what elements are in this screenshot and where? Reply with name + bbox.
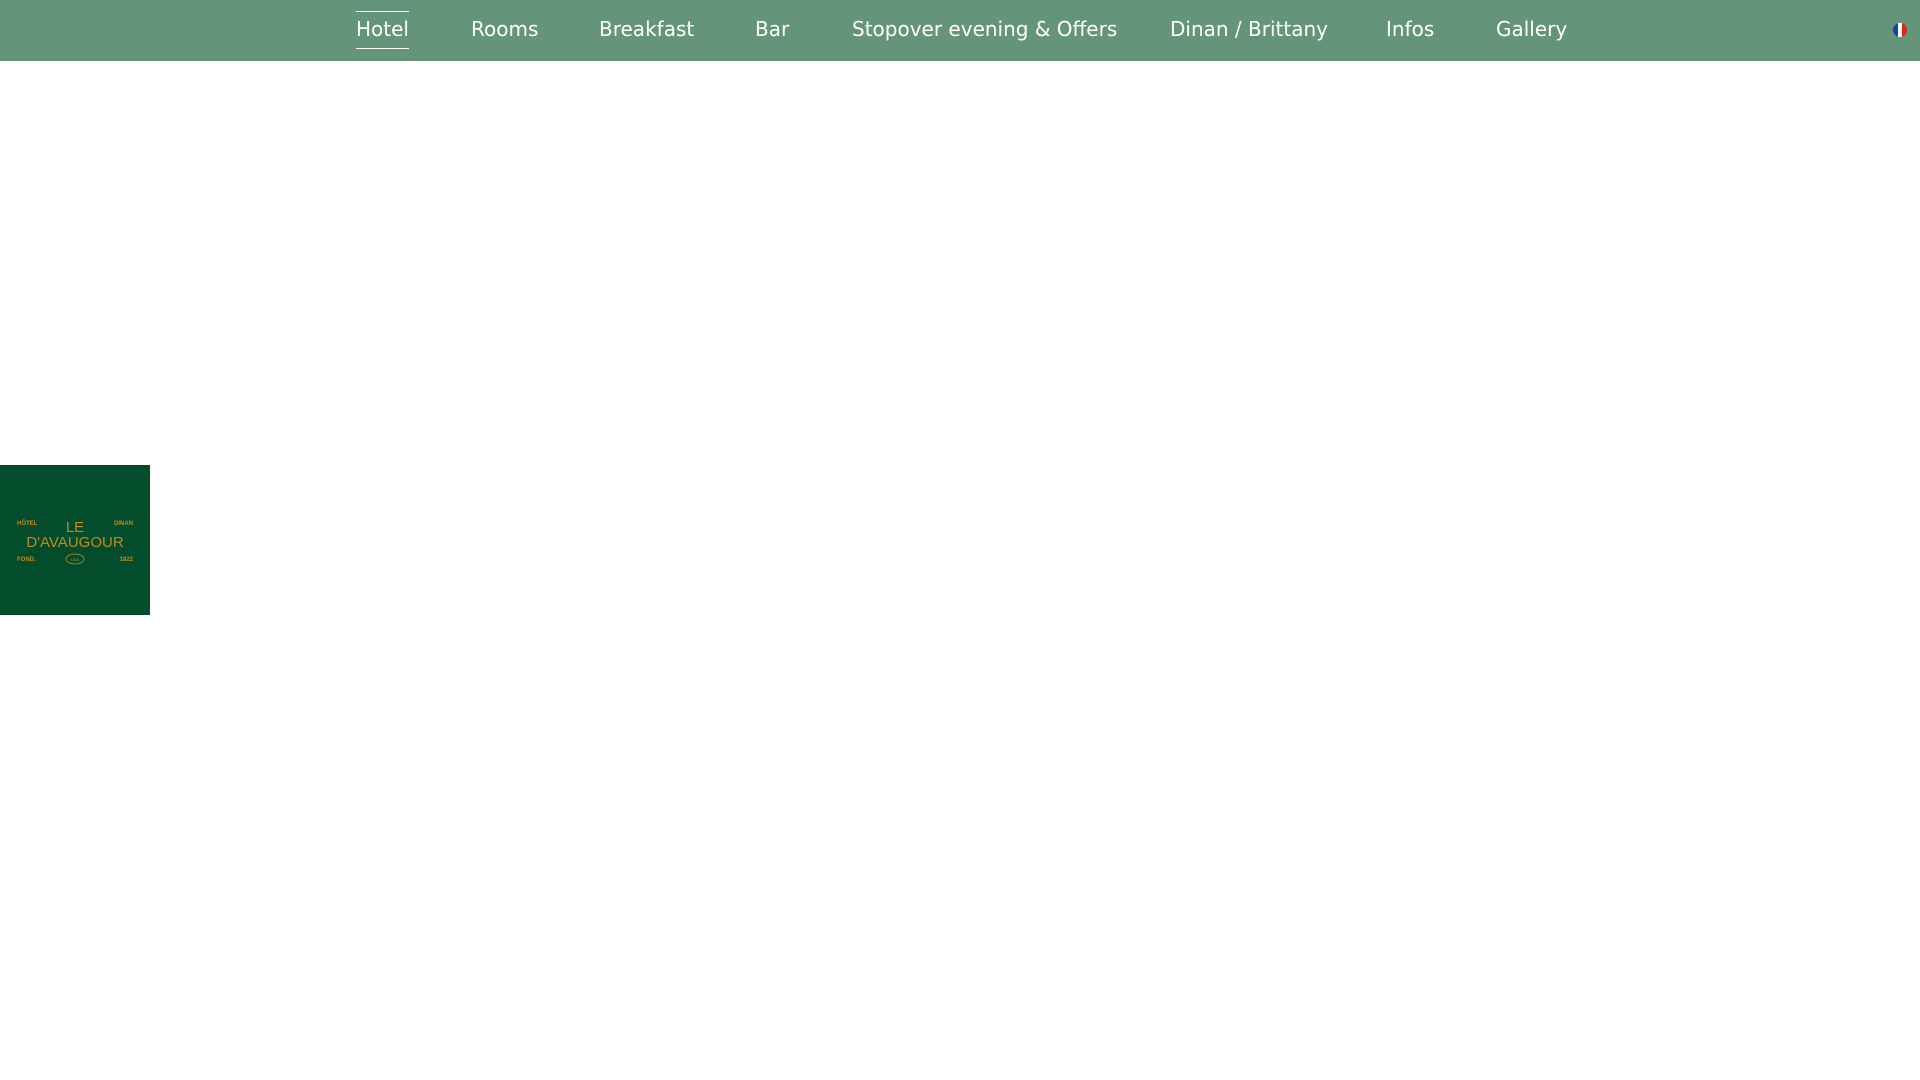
french-flag-icon[interactable]: [1893, 23, 1907, 37]
logo-line2-text: D'AVAUGOUR: [26, 534, 123, 551]
nav-item-stopover-offers[interactable]: Stopover evening & Offers: [852, 0, 1117, 61]
logo-bottom-right-text: 1822: [120, 557, 134, 563]
logo-bottom-left-text: FOND.: [17, 557, 36, 563]
logo-top-left-text: HÔTEL: [17, 519, 38, 527]
nav-item-dinan-brittany[interactable]: Dinan / Brittany: [1170, 0, 1328, 61]
nav-item-breakfast[interactable]: Breakfast: [599, 0, 694, 61]
logo-graphic: HÔTEL DINAN LE D'AVAUGOUR FOND. 1822 LDA: [17, 519, 134, 565]
logo-emblem-text: LDA: [71, 557, 79, 562]
nav-item-hotel[interactable]: Hotel: [356, 0, 409, 61]
main-nav: Hotel Rooms Breakfast Bar Stopover eveni…: [0, 0, 1920, 61]
nav-item-bar[interactable]: Bar: [755, 0, 789, 61]
nav-item-gallery[interactable]: Gallery: [1496, 0, 1567, 61]
logo-top-right-text: DINAN: [114, 521, 133, 527]
hotel-logo[interactable]: HÔTEL DINAN LE D'AVAUGOUR FOND. 1822 LDA: [0, 465, 150, 615]
nav-item-rooms[interactable]: Rooms: [471, 0, 538, 61]
top-navigation-bar: Hotel Rooms Breakfast Bar Stopover eveni…: [0, 0, 1920, 61]
nav-item-infos[interactable]: Infos: [1386, 0, 1434, 61]
